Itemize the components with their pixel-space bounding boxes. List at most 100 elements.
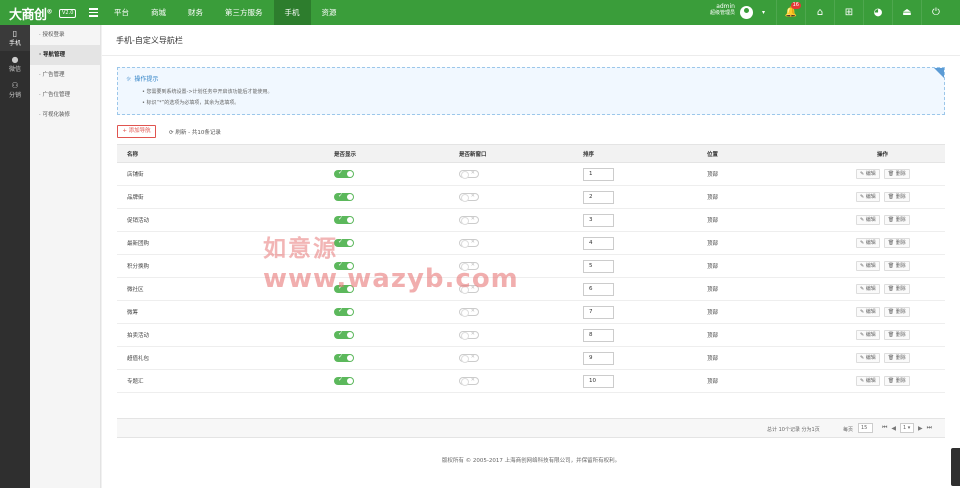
show-toggle[interactable]: ✓ <box>334 192 354 201</box>
edit-button[interactable]: ✎ 编辑 <box>856 192 880 202</box>
new-window-toggle[interactable]: ✕ <box>459 308 479 317</box>
new-window-toggle[interactable]: ✕ <box>459 170 479 179</box>
nav-third-party[interactable]: 第三方服务 <box>214 0 274 25</box>
avatar[interactable] <box>740 6 753 19</box>
edit-button[interactable]: ✎ 编辑 <box>856 284 880 294</box>
delete-button[interactable]: 🗑 删除 <box>883 215 910 225</box>
new-window-toggle[interactable]: ✕ <box>459 331 479 340</box>
delete-button[interactable]: 🗑 删除 <box>883 307 910 317</box>
left-item-wechat[interactable]: ● 微信 <box>0 51 30 77</box>
user-info[interactable]: admin 超级管理员 <box>690 3 735 17</box>
delete-button[interactable]: 🗑 删除 <box>883 353 910 363</box>
per-page-input[interactable]: 15 <box>858 423 873 433</box>
power-icon[interactable]: ⏻ <box>921 0 950 25</box>
delete-button[interactable]: 🗑 删除 <box>883 330 910 340</box>
sitemap-icon[interactable]: ⊞ <box>834 0 863 25</box>
nav-mall[interactable]: 商城 <box>140 0 177 25</box>
pagination-total: 总计 10个记录 分为1页 <box>767 427 820 433</box>
edit-button[interactable]: ✎ 编辑 <box>856 307 880 317</box>
table-row: 品牌街 ✓ ✕ 2 顶部 ✎ 编辑 🗑 删除 <box>117 186 945 209</box>
refresh-button[interactable]: ⟳ 刷新 - 共10条记录 <box>169 128 221 136</box>
table-row: 微社区 ✓ ✕ 6 顶部 ✎ 编辑 🗑 删除 <box>117 278 945 301</box>
new-window-toggle[interactable]: ✕ <box>459 193 479 202</box>
delete-button[interactable]: 🗑 删除 <box>883 261 910 271</box>
sort-input[interactable]: 10 <box>583 374 614 388</box>
col-sort: 排序 <box>583 151 595 158</box>
sort-input[interactable]: 8 <box>583 328 614 342</box>
delete-button[interactable]: 🗑 删除 <box>883 192 910 202</box>
new-window-toggle[interactable]: ✕ <box>459 354 479 363</box>
edit-button[interactable]: ✎ 编辑 <box>856 169 880 179</box>
palette-icon[interactable]: ◕ <box>863 0 892 25</box>
edit-button[interactable]: ✎ 编辑 <box>856 238 880 248</box>
new-window-toggle[interactable]: ✕ <box>459 239 479 248</box>
delete-button[interactable]: 🗑 删除 <box>883 376 910 386</box>
edit-button[interactable]: ✎ 编辑 <box>856 330 880 340</box>
edit-button[interactable]: ✎ 编辑 <box>856 261 880 271</box>
show-toggle[interactable]: ✓ <box>334 215 354 224</box>
left-item-distribution[interactable]: ⚇ 分销 <box>0 77 30 103</box>
nav-resources[interactable]: 资源 <box>311 0 348 25</box>
table-body: 店铺街 ✓ ✕ 1 顶部 ✎ 编辑 🗑 删除 品牌街 ✓ ✕ 2 顶部 ✎ 编辑 🗑 删除 促销活动 ✓ ✕ 3 顶… <box>117 163 945 393</box>
nav-name: 品牌街 <box>127 195 144 201</box>
sort-input[interactable]: 2 <box>583 190 614 204</box>
delete-button[interactable]: 🗑 删除 <box>883 284 910 294</box>
sort-cell: 4 <box>583 232 614 254</box>
home-icon[interactable]: ⌂ <box>805 0 834 25</box>
caret-down-icon[interactable]: ▾ <box>762 9 765 16</box>
collapse-corner[interactable] <box>934 68 944 78</box>
nav-finance[interactable]: 财务 <box>177 0 214 25</box>
top-bar: 大商创® V2.0 平台 商城 财务 第三方服务 手机 资源 admin 超级管… <box>0 0 960 25</box>
first-page-icon[interactable]: ⏮ <box>882 424 887 432</box>
nav-mobile[interactable]: 手机 <box>273 0 311 25</box>
last-page-icon[interactable]: ⏭ <box>927 424 932 432</box>
show-toggle[interactable]: ✓ <box>334 353 354 362</box>
table-row: 促销活动 ✓ ✕ 3 顶部 ✎ 编辑 🗑 删除 <box>117 209 945 232</box>
trash-icon: 🗑 <box>887 286 895 292</box>
nav-name: 超值礼包 <box>127 356 150 362</box>
sort-input[interactable]: 6 <box>583 282 614 296</box>
notification-badge: 16 <box>790 2 801 9</box>
left-item-mobile[interactable]: ▯ 手机 <box>0 25 30 51</box>
show-toggle[interactable]: ✓ <box>334 169 354 178</box>
sub-item-visual-decor[interactable]: 可视化装修 <box>30 105 100 125</box>
sort-input[interactable]: 4 <box>583 236 614 250</box>
prev-page-icon[interactable]: ◀ <box>891 425 896 432</box>
show-toggle[interactable]: ✓ <box>334 307 354 316</box>
new-window-toggle[interactable]: ✕ <box>459 216 479 225</box>
next-page-icon[interactable]: ▶ <box>918 425 923 432</box>
sort-input[interactable]: 7 <box>583 305 614 319</box>
edit-button[interactable]: ✎ 编辑 <box>856 353 880 363</box>
sort-input[interactable]: 9 <box>583 351 614 365</box>
show-toggle[interactable]: ✓ <box>334 376 354 385</box>
edit-button[interactable]: ✎ 编辑 <box>856 215 880 225</box>
sort-input[interactable]: 3 <box>583 213 614 227</box>
delete-button[interactable]: 🗑 删除 <box>883 169 910 179</box>
sub-item-auth-login[interactable]: 授权登录 <box>30 25 100 45</box>
sub-item-ad-manage[interactable]: 广告管理 <box>30 65 100 85</box>
menu-toggle-icon[interactable] <box>89 8 98 17</box>
nav-platform[interactable]: 平台 <box>103 0 140 25</box>
broom-icon[interactable]: ⏏ <box>892 0 921 25</box>
nav-name: 积分换购 <box>127 264 150 270</box>
new-window-cell: ✕ <box>459 347 479 369</box>
edit-button[interactable]: ✎ 编辑 <box>856 376 880 386</box>
sub-item-nav-manage[interactable]: 导航管理 <box>30 45 100 65</box>
sort-cell: 1 <box>583 163 614 185</box>
sort-input[interactable]: 5 <box>583 259 614 273</box>
sort-cell: 3 <box>583 209 614 231</box>
new-window-toggle[interactable]: ✕ <box>459 377 479 386</box>
sub-item-ad-position[interactable]: 广告位管理 <box>30 85 100 105</box>
current-page-select[interactable]: 1 ▾ <box>900 423 915 433</box>
tips-panel: ☼ 操作提示 • 您需要到系统设置->计划任务中开启该功能后才能使用。 • 标识“… <box>117 67 945 115</box>
scroll-handle[interactable] <box>951 448 960 486</box>
logo[interactable]: 大商创® <box>9 4 52 23</box>
delete-button[interactable]: 🗑 删除 <box>883 238 910 248</box>
sort-input[interactable]: 1 <box>583 167 614 181</box>
show-toggle[interactable]: ✓ <box>334 330 354 339</box>
show-cell: ✓ <box>334 301 354 323</box>
add-nav-button[interactable]: + 添加导航 <box>117 125 156 138</box>
left-item-label: 微信 <box>8 66 21 73</box>
table-row: 微筹 ✓ ✕ 7 顶部 ✎ 编辑 🗑 删除 <box>117 301 945 324</box>
bell-icon[interactable]: 🔔 16 <box>776 0 805 25</box>
